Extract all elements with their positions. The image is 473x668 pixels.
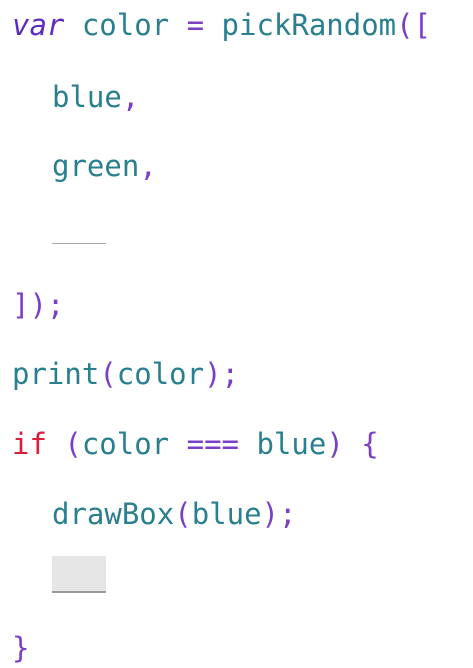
- code-line-array-item: blue,: [52, 77, 139, 117]
- empty-array-slot[interactable]: [52, 243, 106, 244]
- code-line-array-close: ]);: [12, 285, 64, 325]
- close-paren: );: [204, 357, 240, 391]
- drawbox-argument: blue: [191, 497, 262, 531]
- close-bracket-paren: ]);: [12, 288, 65, 322]
- var-keyword: var: [12, 8, 65, 42]
- if-keyword: if: [12, 427, 47, 461]
- close-paren-brace: ) {: [326, 427, 379, 461]
- open-paren: (: [46, 427, 82, 461]
- drawbox-function: drawBox: [52, 497, 175, 531]
- open-paren-bracket: ([: [396, 8, 432, 42]
- array-item-green: green: [52, 149, 140, 183]
- variable-name: color: [64, 8, 187, 42]
- code-line-drawbox: drawBox(blue);: [52, 494, 296, 534]
- close-paren: );: [261, 497, 297, 531]
- code-line-close-brace: }: [12, 628, 29, 668]
- condition-variable: color: [81, 427, 170, 461]
- assign-operator: =: [186, 8, 205, 42]
- function-name: pickRandom: [204, 8, 397, 42]
- code-line-print: print(color);: [12, 354, 239, 394]
- close-brace: }: [12, 631, 30, 665]
- print-argument: color: [116, 357, 205, 391]
- code-line-var-declaration: var color = pickRandom([: [12, 5, 431, 45]
- array-item-blue: blue: [52, 80, 122, 114]
- strict-equals-operator: ===: [169, 427, 257, 461]
- code-line-if: if (color === blue) {: [12, 424, 379, 464]
- open-paren: (: [99, 357, 117, 391]
- code-line-array-item: green,: [52, 146, 157, 186]
- comma: ,: [139, 149, 157, 183]
- comma: ,: [121, 80, 140, 114]
- open-paren: (: [174, 497, 192, 531]
- condition-value: blue: [256, 427, 327, 461]
- empty-statement-slot[interactable]: [52, 556, 106, 593]
- print-function: print: [12, 357, 100, 391]
